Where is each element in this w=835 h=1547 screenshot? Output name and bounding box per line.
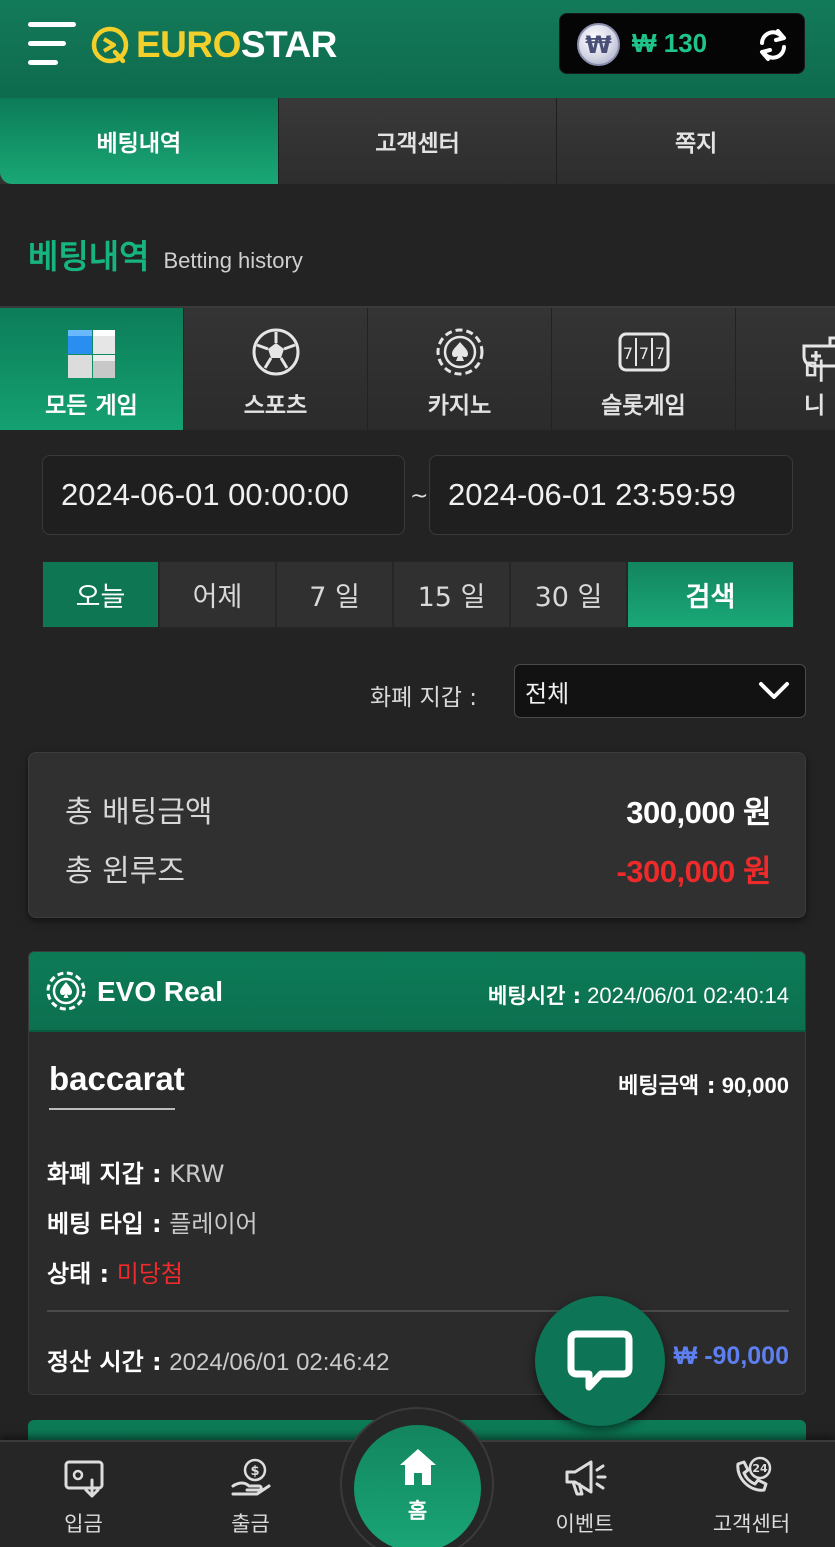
betting-summary: 총 배팅금액 300,000 원 총 윈루즈 -300,000 원 xyxy=(28,752,806,918)
cubes-icon xyxy=(67,330,115,378)
game-category-tabs: 모든 게임 스포츠 카지노 7 7 7 슬롯게임 미니 xyxy=(0,306,835,430)
bet-provider: EVO Real xyxy=(97,976,224,1007)
won-coin-icon: ₩ xyxy=(577,23,620,66)
bet-game-name: baccarat xyxy=(49,1060,185,1110)
category-tab-casino[interactable]: 카지노 xyxy=(368,308,552,430)
nav-customer-center[interactable]: 24 고객센터 xyxy=(668,1442,835,1547)
bet-record-card[interactable]: EVO Real 베팅시간 : 2024/06/01 02:40:14 bacc… xyxy=(28,951,806,1395)
svg-text:$: $ xyxy=(250,1464,259,1479)
search-button[interactable]: 검색 xyxy=(627,561,794,628)
category-tab-mini[interactable]: 미니 xyxy=(736,308,835,430)
logo-mark-icon xyxy=(91,26,129,64)
status-badge: 미당첨 xyxy=(116,1260,184,1288)
logo-text: EUROSTAR xyxy=(136,24,337,65)
range-7days-button[interactable]: 7 일 xyxy=(276,561,393,628)
nav-label: 이벤트 xyxy=(555,1512,614,1536)
nav-event[interactable]: 이벤트 xyxy=(501,1442,668,1547)
date-range-separator: ~ xyxy=(410,484,429,509)
chevron-down-icon xyxy=(759,682,789,699)
svg-text:7: 7 xyxy=(622,344,632,363)
app-header: EUROSTAR ₩ ₩ 130 xyxy=(0,0,835,98)
total-bet-value: 300,000 원 xyxy=(626,794,771,830)
summary-win-loss: 총 윈루즈 -300,000 원 xyxy=(65,848,771,890)
withdraw-hand-coin-icon: $ xyxy=(231,1458,270,1496)
nav-label: 고객센터 xyxy=(712,1512,791,1536)
menu-icon[interactable] xyxy=(28,22,76,68)
tab-customer-center[interactable]: 고객센터 xyxy=(278,98,558,184)
svg-text:7: 7 xyxy=(638,344,648,363)
category-label: 슬롯게임 xyxy=(601,393,686,419)
wallet-amount: ₩ 130 xyxy=(632,28,708,58)
nav-home[interactable]: 홈 xyxy=(354,1425,481,1547)
phone-24-icon: 24 xyxy=(735,1456,771,1492)
casino-chip-icon xyxy=(46,971,86,1011)
refresh-icon[interactable] xyxy=(754,26,792,64)
category-tab-sports[interactable]: 스포츠 xyxy=(184,308,368,430)
home-icon xyxy=(399,1449,436,1485)
megaphone-icon xyxy=(565,1460,606,1496)
nav-withdraw[interactable]: $ 출금 xyxy=(167,1442,334,1547)
win-loss-value: -300,000 원 xyxy=(616,853,771,889)
nav-deposit[interactable]: 입금 xyxy=(0,1442,167,1547)
slot-machine-icon: 7 7 7 xyxy=(618,332,669,372)
category-tab-all-games[interactable]: 모든 게임 xyxy=(0,308,184,430)
page-title-ko: 베팅내역 xyxy=(28,237,150,276)
bet-settle-time: 정산 시간 : 2024/06/01 02:46:42 xyxy=(47,1348,390,1376)
bet-card-header: EVO Real 베팅시간 : 2024/06/01 02:40:14 xyxy=(29,952,805,1032)
page-title: 베팅내역 Betting history xyxy=(28,230,303,278)
soccer-ball-icon xyxy=(252,328,299,376)
range-yesterday-button[interactable]: 어제 xyxy=(159,561,276,628)
range-today-button[interactable]: 오늘 xyxy=(42,561,159,628)
divider xyxy=(47,1310,789,1312)
svg-text:7: 7 xyxy=(654,344,664,363)
bet-payout: ₩ -90,000 xyxy=(673,1342,789,1370)
range-30days-button[interactable]: 30 일 xyxy=(510,561,627,628)
category-label: 모든 게임 xyxy=(45,393,138,419)
bet-status: 상태 : 미당첨 xyxy=(47,1260,184,1288)
casino-chip-icon xyxy=(436,328,483,376)
currency-filter-value: 전체 xyxy=(525,679,570,708)
wallet-balance[interactable]: ₩ ₩ 130 xyxy=(559,13,805,74)
currency-filter-select[interactable]: 전체 xyxy=(514,664,806,718)
total-bet-label: 총 배팅금액 xyxy=(65,795,213,830)
live-chat-button[interactable] xyxy=(535,1296,665,1426)
bet-amount: 베팅금액 : 90,000 xyxy=(618,1073,789,1099)
bet-type: 베팅 타입 : 플레이어 xyxy=(47,1210,258,1238)
category-tab-slots[interactable]: 7 7 7 슬롯게임 xyxy=(552,308,736,430)
bet-currency: 화폐 지갑 : KRW xyxy=(47,1160,225,1188)
chat-bubble-icon xyxy=(567,1330,633,1391)
category-label: 스포츠 xyxy=(243,393,308,419)
gamepad-icon xyxy=(802,336,835,368)
currency-filter-label: 화폐 지갑 : xyxy=(370,685,478,711)
brand-logo[interactable]: EUROSTAR xyxy=(90,22,337,68)
top-tabs: 베팅내역 고객센터 쪽지 xyxy=(0,98,835,184)
nav-label: 홈 xyxy=(407,1499,428,1523)
nav-label: 출금 xyxy=(231,1512,270,1536)
tab-betting-history[interactable]: 베팅내역 xyxy=(0,98,279,184)
bet-time: 베팅시간 : 2024/06/01 02:40:14 xyxy=(488,983,789,1008)
category-label: 카지노 xyxy=(427,393,492,419)
tab-messages[interactable]: 쪽지 xyxy=(557,98,835,184)
page-title-en: Betting history xyxy=(163,248,303,273)
svg-text:24: 24 xyxy=(752,1462,768,1475)
date-from-input[interactable]: 2024-06-01 00:00:00 xyxy=(42,455,405,535)
win-loss-label: 총 윈루즈 xyxy=(65,854,185,889)
deposit-icon xyxy=(64,1460,103,1498)
nav-label: 입금 xyxy=(64,1512,103,1536)
date-to-input[interactable]: 2024-06-01 23:59:59 xyxy=(429,455,793,535)
summary-total-bet: 총 배팅금액 300,000 원 xyxy=(65,789,771,831)
quick-range-buttons: 오늘 어제 7 일 15 일 30 일 검색 xyxy=(42,561,794,628)
range-15days-button[interactable]: 15 일 xyxy=(393,561,510,628)
